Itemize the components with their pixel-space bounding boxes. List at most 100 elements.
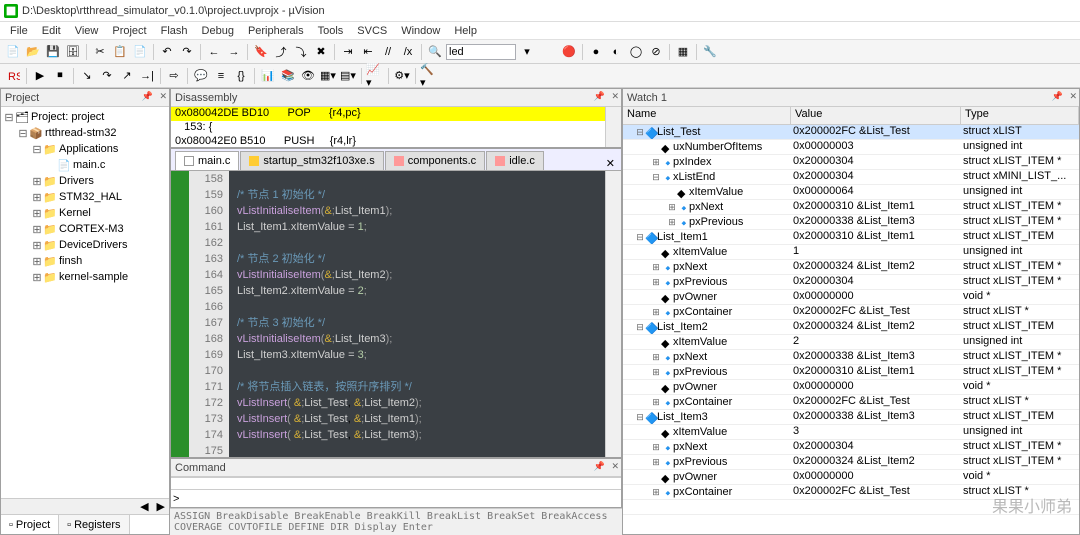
nav-fwd-button[interactable]: →: [225, 43, 243, 61]
scroll-right-icon[interactable]: ▶: [153, 500, 169, 513]
find-input[interactable]: [446, 44, 516, 60]
redo-button[interactable]: ↷: [178, 43, 196, 61]
expand-icon[interactable]: ⊞: [651, 307, 661, 318]
stop-button[interactable]: ⏹: [51, 67, 69, 85]
watch-row[interactable]: ◆uxNumberOfItems0x00000003unsigned int: [623, 140, 1079, 155]
save-button[interactable]: 💾: [44, 43, 62, 61]
expand-icon[interactable]: ⊞: [31, 271, 43, 284]
menu-flash[interactable]: Flash: [155, 24, 194, 38]
expand-icon[interactable]: ⊟: [635, 232, 645, 243]
pin-icon[interactable]: 📌: [594, 461, 605, 472]
menu-help[interactable]: Help: [448, 24, 483, 38]
watch-row[interactable]: ⊞🔹pxContainer0x200002FC &List_Teststruct…: [623, 485, 1079, 500]
watch-row[interactable]: ⊞🔹pxNext0x20000310 &List_Item1struct xLI…: [623, 200, 1079, 215]
watch-col-type[interactable]: Type: [961, 107, 1079, 124]
expand-icon[interactable]: ⊟: [651, 172, 661, 183]
expand-icon[interactable]: ⊞: [651, 457, 661, 468]
menu-svcs[interactable]: SVCS: [351, 24, 393, 38]
expand-icon[interactable]: ⊞: [651, 487, 661, 498]
bookmark-prev-button[interactable]: ⤴: [272, 43, 290, 61]
expand-icon[interactable]: ⊞: [31, 207, 43, 220]
code-area[interactable]: /* 节点 1 初始化 */vListInitialiseItem(&;List…: [229, 171, 605, 457]
expand-icon[interactable]: ⊞: [31, 191, 43, 204]
menu-debug[interactable]: Debug: [196, 24, 240, 38]
group-cortex-m3[interactable]: ⊞📁CORTEX-M3: [3, 221, 167, 237]
watch-body[interactable]: ⊟🔷List_Test0x200002FC &List_Teststruct x…: [623, 125, 1079, 534]
expand-icon[interactable]: ⊞: [651, 262, 661, 273]
find-dropdown-icon[interactable]: ▾: [518, 43, 536, 61]
find-icon[interactable]: 🔍: [426, 43, 444, 61]
uncomment-button[interactable]: /x: [399, 43, 417, 61]
watch-row[interactable]: ⊞🔹pxIndex0x20000304struct xLIST_ITEM *: [623, 155, 1079, 170]
code-line[interactable]: /* 节点 2 初始化 */: [237, 251, 605, 267]
close-icon[interactable]: ✕: [611, 91, 619, 102]
indent-button[interactable]: ⇥: [339, 43, 357, 61]
pin-icon[interactable]: 📌: [1052, 91, 1063, 102]
project-tree[interactable]: ⊟🗂Project: project⊟📦rtthread-stm32⊟📁Appl…: [1, 107, 169, 498]
group-devicedrivers[interactable]: ⊞📁DeviceDrivers: [3, 237, 167, 253]
expand-icon[interactable]: ⊟: [3, 111, 15, 124]
watch-row[interactable]: ⊟🔷List_Item10x20000310 &List_Item1struct…: [623, 230, 1079, 245]
menu-tools[interactable]: Tools: [312, 24, 350, 38]
group-kernel[interactable]: ⊞📁Kernel: [3, 205, 167, 221]
close-icon[interactable]: ✕: [611, 461, 619, 472]
expand-icon[interactable]: ⊞: [31, 255, 43, 268]
new-file-button[interactable]: 📄: [4, 43, 22, 61]
code-line[interactable]: [237, 363, 605, 379]
symbols-window-button[interactable]: {}: [232, 67, 250, 85]
editor-tab-components-c[interactable]: components.c: [385, 151, 485, 170]
bookmark-clear-button[interactable]: ✖: [312, 43, 330, 61]
watch-row[interactable]: ◆pvOwner0x00000000void *: [623, 470, 1079, 485]
code-line[interactable]: vListInitialiseItem(&;List_Item1);: [237, 203, 605, 219]
pin-icon[interactable]: 📌: [142, 91, 153, 102]
watch-row[interactable]: ⊞🔹pxPrevious0x20000310 &List_Item1struct…: [623, 365, 1079, 380]
cut-button[interactable]: ✂: [91, 43, 109, 61]
menu-project[interactable]: Project: [106, 24, 152, 38]
watch-row[interactable]: ◆xItemValue2unsigned int: [623, 335, 1079, 350]
watch-row[interactable]: ⊞🔹pxContainer0x200002FC &List_Teststruct…: [623, 395, 1079, 410]
code-line[interactable]: vListInsert( &;List_Test, &;List_Item2);: [237, 395, 605, 411]
breakpoint-kill-button[interactable]: ◯: [627, 43, 645, 61]
watch-row[interactable]: ⊟🔷List_Test0x200002FC &List_Teststruct x…: [623, 125, 1079, 140]
code-line[interactable]: List_Item3.xItemValue = 3;: [237, 347, 605, 363]
expand-icon[interactable]: ⊞: [651, 277, 661, 288]
outdent-button[interactable]: ⇤: [359, 43, 377, 61]
paste-button[interactable]: 📄: [131, 43, 149, 61]
step-over-button[interactable]: ↷: [98, 67, 116, 85]
project-target[interactable]: ⊟📦rtthread-stm32: [3, 125, 167, 141]
watch-row[interactable]: ⊞🔹pxNext0x20000304struct xLIST_ITEM *: [623, 440, 1079, 455]
menu-view[interactable]: View: [69, 24, 105, 38]
expand-icon[interactable]: ⊟: [17, 127, 29, 140]
code-line[interactable]: [237, 443, 605, 457]
expand-icon[interactable]: ⊞: [651, 397, 661, 408]
config-button[interactable]: 🔧: [701, 43, 719, 61]
pin-icon[interactable]: 📌: [594, 91, 605, 102]
watch-row[interactable]: ⊞🔹pxPrevious0x20000324 &List_Item2struct…: [623, 455, 1079, 470]
watch-row[interactable]: ⊞🔹pxPrevious0x20000304struct xLIST_ITEM …: [623, 275, 1079, 290]
expand-icon[interactable]: ⊞: [651, 367, 661, 378]
group-kernel-sample[interactable]: ⊞📁kernel-sample: [3, 269, 167, 285]
expand-icon[interactable]: ⊟: [31, 143, 43, 156]
command-input[interactable]: [181, 491, 621, 507]
disassembly-body[interactable]: 0x080042DE BD10 POP {r4,pc} 153: {0x0800…: [171, 107, 605, 147]
watch-row[interactable]: ◆xItemValue3unsigned int: [623, 425, 1079, 440]
code-line[interactable]: /* 节点 1 初始化 */: [237, 187, 605, 203]
menu-window[interactable]: Window: [395, 24, 446, 38]
close-icon[interactable]: ✕: [1069, 91, 1077, 102]
undo-button[interactable]: ↶: [158, 43, 176, 61]
watch-row[interactable]: ⊞🔹pxContainer0x200002FC &List_Teststruct…: [623, 305, 1079, 320]
file-main.c[interactable]: 📄main.c: [3, 157, 167, 173]
watch-row[interactable]: ◆pvOwner0x00000000void *: [623, 290, 1079, 305]
editor-tab-idle-c[interactable]: idle.c: [486, 151, 544, 170]
project-tab-project[interactable]: ▫Project: [1, 515, 59, 534]
watch-col-value[interactable]: Value: [791, 107, 961, 124]
nav-back-button[interactable]: ←: [205, 43, 223, 61]
code-line[interactable]: List_Item2.xItemValue = 2;: [237, 283, 605, 299]
bookmark-button[interactable]: 🔖: [252, 43, 270, 61]
command-output[interactable]: [171, 477, 621, 489]
disasm-line[interactable]: 0x080042E0 B510 PUSH {r4,lr}: [171, 135, 605, 147]
reset-button[interactable]: RST: [4, 67, 22, 85]
debug-start-button[interactable]: 🔴: [560, 43, 578, 61]
code-line[interactable]: [237, 299, 605, 315]
memory-button[interactable]: ▦▾: [319, 67, 337, 85]
